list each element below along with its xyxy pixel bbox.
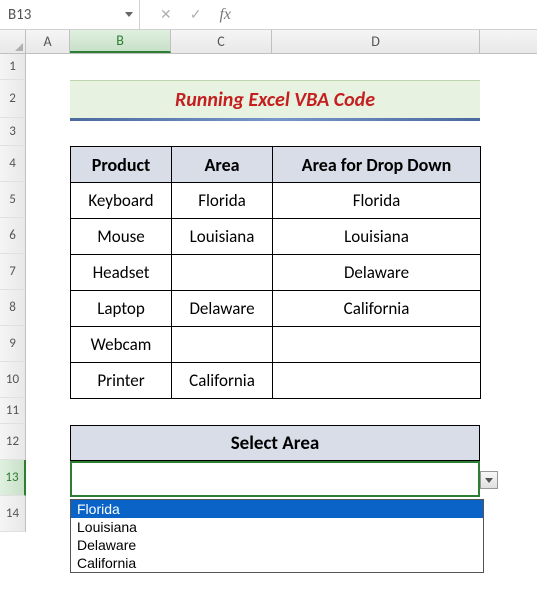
row-header[interactable]: 14 [0,496,26,532]
table-row: Webcam [71,327,481,363]
cell-dropdown[interactable]: Louisiana [273,219,481,255]
col-header-c[interactable]: C [171,30,272,53]
cell-product[interactable]: Headset [71,255,172,291]
cell-area[interactable] [172,327,273,363]
cell-product[interactable]: Mouse [71,219,172,255]
select-area-cell[interactable]: Florida Louisiana Delaware California [70,461,480,497]
name-box[interactable]: B13 [0,0,140,29]
dropdown-option[interactable]: California [71,554,483,572]
confirm-icon: ✓ [190,6,202,23]
row-header[interactable]: 9 [0,326,26,362]
row-header[interactable]: 11 [0,398,26,424]
dropdown-option[interactable]: Delaware [71,536,483,554]
row-header[interactable]: 4 [0,146,26,182]
cell-reference: B13 [8,6,31,24]
col-header-d[interactable]: D [272,30,480,53]
row-headers: 1 2 3 4 5 6 7 8 9 10 11 12 13 14 [0,54,26,532]
dropdown-option[interactable]: Florida [71,500,483,518]
cell-dropdown[interactable]: Florida [273,183,481,219]
row-header[interactable]: 2 [0,80,26,118]
cell-product[interactable]: Keyboard [71,183,172,219]
cell-product[interactable]: Laptop [71,291,172,327]
row-header[interactable]: 3 [0,118,26,146]
row-header[interactable]: 12 [0,424,26,460]
dropdown-list: Florida Louisiana Delaware California [70,499,484,573]
col-product[interactable]: Product [71,147,172,183]
cell-dropdown[interactable]: California [273,291,481,327]
cell-area[interactable] [172,255,273,291]
select-area-header[interactable]: Select Area [70,425,480,461]
cell-area[interactable]: California [172,363,273,399]
table-row: Keyboard Florida Florida [71,183,481,219]
row-header[interactable]: 1 [0,54,26,80]
row-header[interactable]: 8 [0,290,26,326]
cell-dropdown[interactable] [273,363,481,399]
fx-label[interactable]: fx [219,6,231,24]
col-header-b[interactable]: B [70,30,171,53]
cell-product[interactable]: Webcam [71,327,172,363]
table-row: Printer California [71,363,481,399]
table-header-row: Product Area Area for Drop Down [71,147,481,183]
table-row: Mouse Louisiana Louisiana [71,219,481,255]
cell-area[interactable]: Florida [172,183,273,219]
cancel-icon: ✕ [160,6,172,23]
row-header[interactable]: 6 [0,218,26,254]
cell-area[interactable]: Delaware [172,291,273,327]
cell-dropdown[interactable] [273,327,481,363]
row-header[interactable]: 5 [0,182,26,218]
table-row: Laptop Delaware California [71,291,481,327]
col-area[interactable]: Area [172,147,273,183]
cell-product[interactable]: Printer [71,363,172,399]
select-all-corner[interactable] [0,30,26,53]
data-table: Product Area Area for Drop Down Keyboard… [70,146,481,399]
page-title: Running Excel VBA Code [70,80,480,118]
dropdown-button[interactable] [480,471,498,489]
row-header[interactable]: 7 [0,254,26,290]
cell-dropdown[interactable]: Delaware [273,255,481,291]
dropdown-option[interactable]: Louisiana [71,518,483,536]
col-dropdown[interactable]: Area for Drop Down [273,147,481,183]
chevron-down-icon[interactable] [125,12,133,17]
cell-area[interactable]: Louisiana [172,219,273,255]
row-header[interactable]: 13 [0,460,26,496]
table-row: Headset Delaware [71,255,481,291]
formula-bar: B13 ✕ ✓ fx [0,0,537,30]
formula-controls: ✕ ✓ fx [140,6,231,24]
col-header-a[interactable]: A [26,30,70,53]
column-headers: A B C D [0,30,537,54]
row-header[interactable]: 10 [0,362,26,398]
